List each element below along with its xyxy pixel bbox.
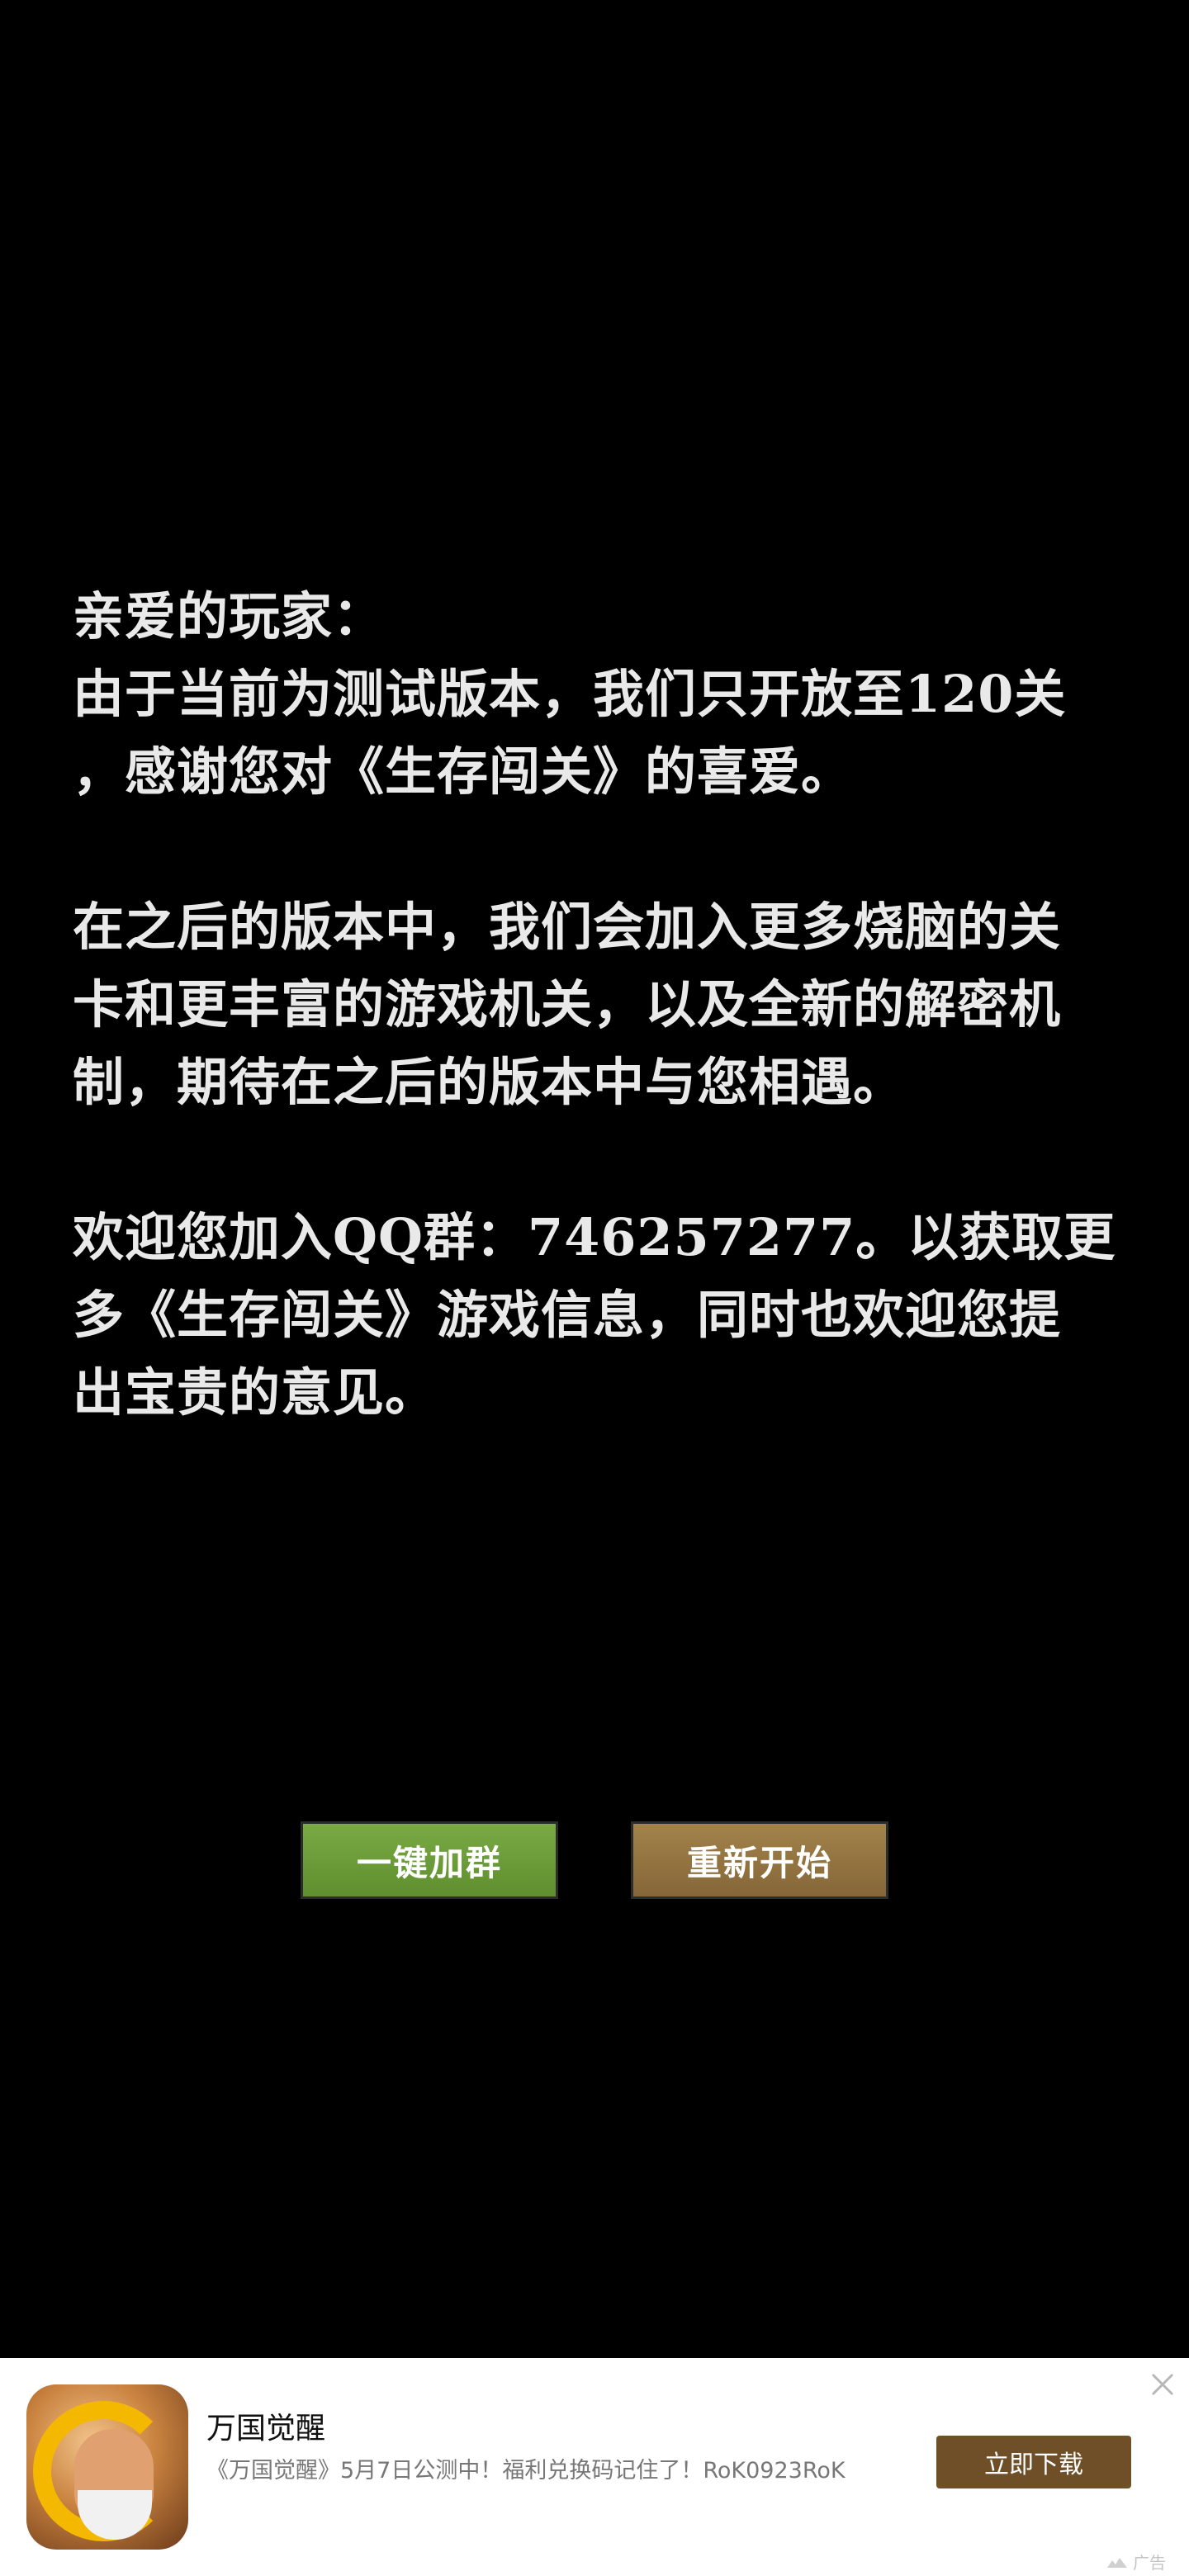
greeting-line: 亲爱的玩家： [73,586,386,646]
message-line: 欢迎您加入QQ群：746257277。以获取更 [73,1207,1116,1267]
message-line: 多《生存闯关》游戏信息，同时也欢迎您提 [73,1285,1062,1345]
join-group-button[interactable]: 一键加群 [301,1821,558,1899]
ad-source-icon [1107,2557,1127,2568]
close-icon[interactable] [1148,2370,1177,2399]
notice-message: 亲爱的玩家： 由于当前为测试版本，我们只开放至120关 ，感谢您对《生存闯关》的… [73,578,1138,1432]
message-line: 出宝贵的意见。 [73,1362,438,1423]
restart-button[interactable]: 重新开始 [631,1821,888,1899]
game-logo-icon[interactable] [26,2384,188,2550]
message-line: 由于当前为测试版本，我们只开放至120关 [73,664,1067,724]
ad-label-text: 广告 [1133,2553,1166,2573]
ad-label: 广告 [1106,2550,1166,2574]
message-line: 制，期待在之后的版本中与您相遇。 [73,1052,906,1112]
download-button[interactable]: 立即下载 [936,2436,1131,2488]
game-screen: 亲爱的玩家： 由于当前为测试版本，我们只开放至120关 ，感谢您对《生存闯关》的… [0,0,1189,2576]
ad-banner[interactable]: 万国觉醒 《万国觉醒》5月7日公测中！福利兑换码记住了！RoK0923RoK 立… [0,2358,1189,2576]
ad-title[interactable]: 万国觉醒 [206,2404,325,2447]
message-line: 卡和更丰富的游戏机关，以及全新的解密机 [73,974,1062,1035]
message-line: 在之后的版本中，我们会加入更多烧脑的关 [73,897,1062,957]
ad-description[interactable]: 《万国觉醒》5月7日公测中！福利兑换码记住了！RoK0923RoK [206,2452,883,2484]
message-line: ，感谢您对《生存闯关》的喜爱。 [73,741,854,802]
